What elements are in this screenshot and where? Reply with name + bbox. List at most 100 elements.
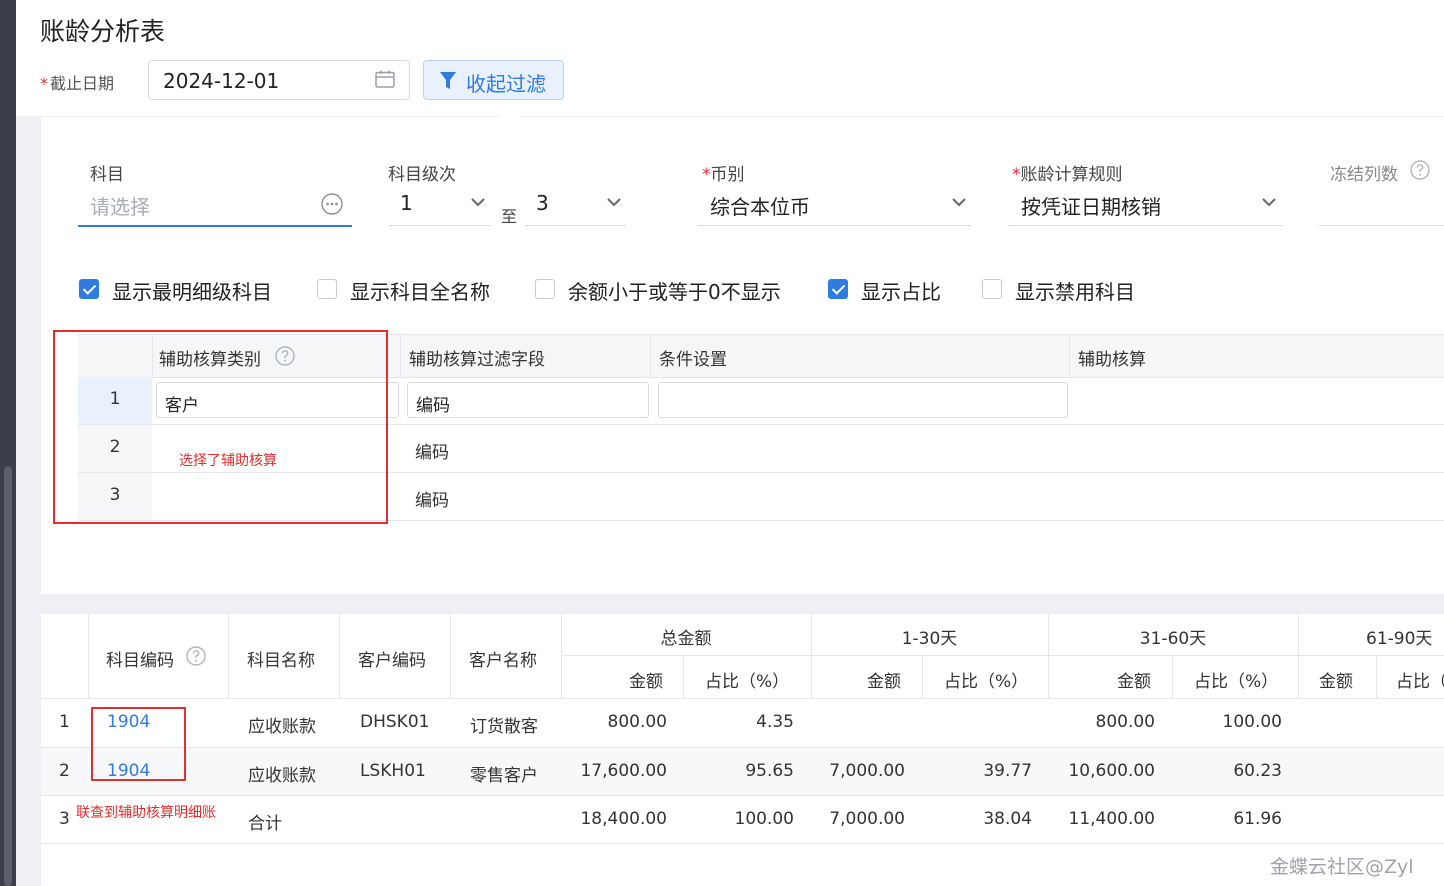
amount-header: 金额 [1319,672,1353,692]
filter-caret [501,108,519,117]
days-31-60-header: 31-60天 [1139,629,1207,649]
help-icon[interactable] [186,646,206,666]
header: 账龄分析表 * 截止日期 2024-12-01 收起过滤 [16,0,1444,117]
help-icon[interactable] [1410,160,1430,180]
customer-name-cell: 订货散客 [470,717,538,737]
collapse-filter-button[interactable]: 收起过滤 [423,60,564,100]
total-ratio-cell: 100.00 [734,809,794,829]
cutoff-date-value: 2024-12-01 [163,69,280,93]
ratio-header: 占比（%） [705,672,790,692]
calendar-icon[interactable] [375,70,395,88]
chevron-down-icon[interactable] [606,197,622,207]
days-1-30-amount-cell: 7,000.00 [829,761,905,781]
row-divider [41,795,1444,796]
group-header-line [561,655,1444,656]
total-amount-cell: 17,600.00 [580,761,667,781]
checkbox-hide-zero-balance[interactable] [535,279,555,299]
required-mark: * [40,74,48,93]
checkbox-label: 显示禁用科目 [1015,280,1135,304]
days-61-90-header: 61-90天 [1366,629,1433,649]
cutoff-date-label: * 截止日期 [40,70,114,94]
days-31-60-amount-cell: 11,400.00 [1068,809,1155,829]
subject-select[interactable]: 请选择 [90,191,150,220]
header-bottom-line [41,698,1444,699]
scrollbar-thumb[interactable] [4,466,12,886]
row-number: 1 [59,712,70,732]
level-from-underline [388,225,491,226]
col-divider [339,614,340,698]
aux-field-cell[interactable]: 编码 [415,486,449,511]
subject-name-header: 科目名称 [247,651,315,671]
subject-name-cell: 应收账款 [248,766,316,786]
required-mark: * [1012,165,1021,185]
customer-code-cell: LSKH01 [360,761,426,781]
cutoff-date-input[interactable]: 2024-12-01 [148,60,410,100]
col-divider [1298,614,1299,698]
header-divider [650,335,651,376]
total-amount-cell: 18,400.00 [580,809,667,829]
currency-select[interactable]: 综合本位币 [710,191,810,220]
checkbox-label: 余额小于或等于0不显示 [568,280,781,304]
checkbox-show-full-name[interactable] [317,279,337,299]
customer-code-header: 客户编码 [358,651,426,671]
subject-name-cell: 合计 [248,814,282,834]
days-31-60-amount-cell: 800.00 [1095,712,1155,732]
customer-code-cell: DHSK01 [360,712,430,732]
amount-header: 金额 [1117,672,1151,692]
aux-field-header: 辅助核算过滤字段 [409,350,545,370]
condition-input[interactable] [658,382,1068,418]
days-1-30-header: 1-30天 [901,629,958,649]
aux-field-input[interactable]: 编码 [407,382,649,418]
condition-header: 条件设置 [659,350,727,370]
freeze-cols-label: 冻结列数 [1330,165,1398,185]
row-number: 3 [59,809,70,829]
days-31-60-amount-cell: 10,600.00 [1068,761,1155,781]
customer-name-header: 客户名称 [469,651,537,671]
checkbox-label: 显示占比 [861,280,941,304]
total-ratio-cell: 95.65 [745,761,794,781]
page-title: 账龄分析表 [40,17,166,46]
to-label: 至 [501,207,518,226]
currency-label-text: 币别 [710,165,745,185]
subject-underline [78,225,352,227]
annotation-note: 选择了辅助核算 [179,453,277,469]
days-31-60-ratio-cell: 100.00 [1222,712,1282,732]
subject-name-cell: 应收账款 [248,717,316,737]
filter-icon [440,72,456,89]
level-to-underline [524,225,626,226]
ratio-header: 占比（%） [944,672,1029,692]
aging-rule-label-text: 账龄计算规则 [1020,165,1123,185]
chevron-down-icon[interactable] [470,197,486,207]
col-divider [88,614,89,698]
row-number: 2 [59,761,70,781]
more-options-icon[interactable] [321,193,343,215]
ratio-header: 占比（%） [1194,672,1279,692]
aging-rule-select[interactable]: 按凭证日期核销 [1021,191,1161,220]
total-ratio-cell: 4.35 [756,712,794,732]
subject-label: 科目 [90,165,124,185]
annotation-box-aux [53,330,388,524]
checkbox-show-disabled[interactable] [982,279,1002,299]
amount-header: 金额 [867,672,901,692]
currency-label: *币别 [702,160,745,185]
checkbox-label: 显示科目全名称 [350,280,490,304]
level-to-select[interactable]: 3 [536,191,549,215]
ratio-header: 占比（ [1396,672,1444,692]
subject-code-header: 科目编码 [106,651,174,671]
currency-underline [698,225,972,226]
chevron-down-icon[interactable] [951,197,967,207]
aux-field-cell[interactable]: 编码 [415,438,449,463]
checkbox-show-ratio[interactable] [828,279,848,299]
level-from-select[interactable]: 1 [400,191,413,215]
chevron-down-icon[interactable] [1261,197,1277,207]
header-divider [1069,335,1070,376]
freeze-cols-underline [1319,225,1444,226]
aging-rule-underline [1009,225,1283,226]
subject-level-label: 科目级次 [388,165,456,185]
days-1-30-amount-cell: 7,000.00 [829,809,905,829]
header-divider [400,335,401,376]
checkbox-show-detail-subject[interactable] [79,279,99,299]
checkbox-label: 显示最明细级科目 [112,280,272,304]
days-1-30-ratio-cell: 38.04 [983,809,1032,829]
total-amount-cell: 800.00 [607,712,667,732]
